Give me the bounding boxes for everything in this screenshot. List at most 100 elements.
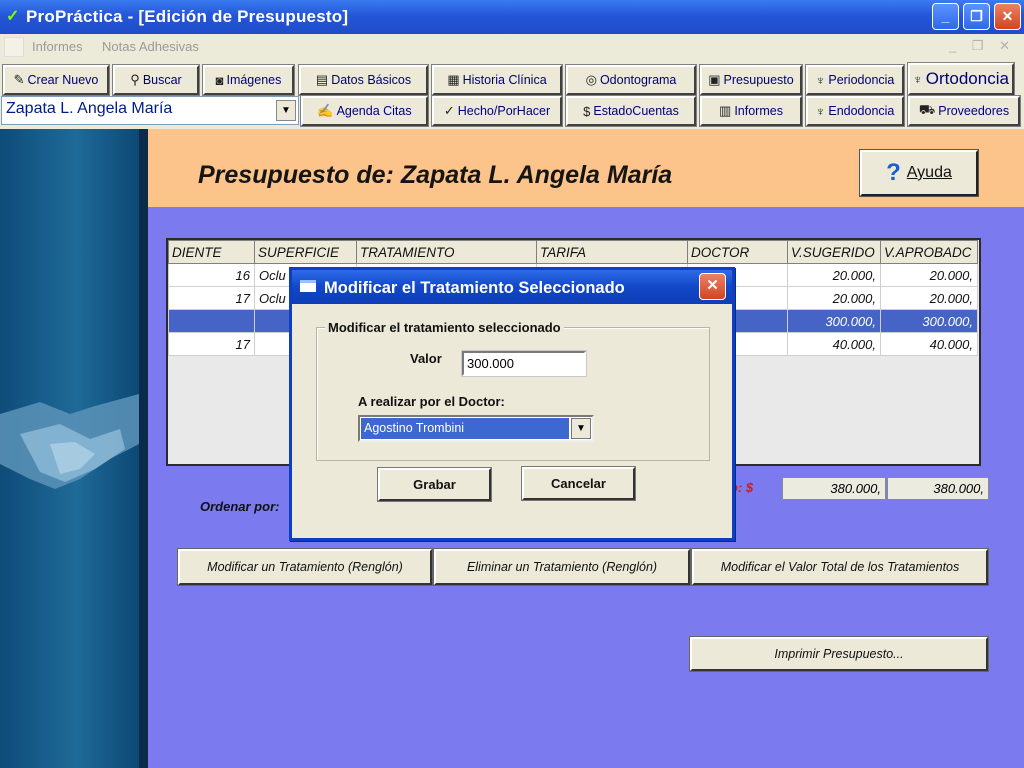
left-panel — [0, 129, 148, 768]
menu-informes[interactable]: Informes — [32, 39, 83, 54]
doctor-select-value: Agostino Trombini — [361, 418, 569, 439]
agenda-citas-label: Agenda Citas — [336, 104, 412, 118]
modificar-tratamiento-button[interactable]: Modificar un Tratamiento (Renglón) — [177, 548, 433, 586]
col-tratamiento[interactable]: TRATAMIENTO — [356, 240, 537, 264]
camera-icon: ◙ — [215, 72, 224, 88]
checkmark-icon: ✓ — [443, 103, 455, 118]
hecho-por-hacer-label: Hecho/PorHacer — [457, 104, 551, 118]
total-aprobado: 380.000, — [887, 477, 989, 500]
crear-nuevo-label: Crear Nuevo — [27, 73, 99, 87]
endodoncia-label: Endodoncia — [828, 104, 895, 118]
cell-diente: 17 — [168, 286, 255, 310]
valor-label: Valor — [410, 351, 442, 366]
col-tarifa[interactable]: TARIFA — [536, 240, 688, 264]
dialog-titlebar[interactable]: Modificar el Tratamiento Seleccionado ✕ — [292, 270, 732, 304]
eliminar-tratamiento-button[interactable]: Eliminar un Tratamiento (Renglón) — [433, 548, 691, 586]
patient-combo[interactable]: Zapata L. Angela María ▼ — [1, 96, 299, 125]
patient-combo-value: Zapata L. Angela María — [6, 100, 173, 117]
menu-bar: Informes Notas Adhesivas _ ❐ ✕ — [0, 34, 1024, 61]
cell-v-aprobado: 20.000, — [880, 263, 978, 287]
datos-basicos-label: Datos Básicos — [331, 73, 412, 87]
menu-notas-adhesivas[interactable]: Notas Adhesivas — [102, 39, 199, 54]
help-button[interactable]: ? Ayuda — [859, 149, 979, 197]
odontograma-button[interactable]: ◎ Odontograma — [565, 64, 697, 96]
printer-icon: ▦ — [447, 72, 460, 87]
binoculars-icon: ⚲ — [130, 72, 140, 87]
presupuesto-label: Presupuesto — [723, 73, 794, 87]
imprimir-presupuesto-button[interactable]: Imprimir Presupuesto... — [689, 636, 989, 672]
pencil-icon: ✎ — [13, 72, 25, 87]
tooth-icon: ♆ — [815, 72, 826, 88]
window-titlebar[interactable]: ✓ ProPráctica - [Edición de Presupuesto]… — [0, 0, 1024, 34]
handshake-icon — [0, 394, 139, 489]
odontogram-icon: ◎ — [585, 72, 597, 87]
doctor-label: A realizar por el Doctor: — [358, 394, 505, 409]
modificar-valor-total-button[interactable]: Modificar el Valor Total de los Tratamie… — [691, 548, 989, 586]
help-label: Ayuda — [906, 164, 952, 181]
grabar-button[interactable]: Grabar — [377, 467, 492, 502]
window-title: ProPráctica - [Edición de Presupuesto] — [26, 7, 349, 26]
modify-treatment-dialog[interactable]: Modificar el Tratamiento Seleccionado ✕ … — [289, 267, 735, 541]
app-check-icon: ✓ — [6, 8, 20, 25]
cancelar-button[interactable]: Cancelar — [521, 466, 636, 501]
periodoncia-label: Periodoncia — [828, 73, 895, 87]
col-v-sugerido[interactable]: V.SUGERIDO — [787, 240, 881, 264]
tooth-root-icon: ♆ — [815, 103, 826, 119]
col-doctor[interactable]: DOCTOR — [687, 240, 788, 264]
document-icon — [4, 37, 24, 57]
cell-v-aprobado: 300.000, — [880, 309, 978, 333]
close-button[interactable]: ✕ — [994, 3, 1021, 30]
buscar-label: Buscar — [142, 73, 182, 87]
agenda-citas-button[interactable]: ✍ Agenda Citas — [300, 95, 429, 127]
tooth-braces-icon: ♆ — [913, 71, 923, 87]
hecho-por-hacer-button[interactable]: ✓ Hecho/PorHacer — [431, 95, 563, 127]
crear-nuevo-button[interactable]: ✎ Crear Nuevo — [2, 64, 110, 96]
informes-label: Informes — [734, 104, 783, 118]
dialog-title: Modificar el Tratamiento Seleccionado — [324, 279, 625, 297]
col-superficie[interactable]: SUPERFICIE — [254, 240, 357, 264]
imagenes-button[interactable]: ◙ Imágenes — [202, 64, 295, 96]
valor-input[interactable]: 300.000 — [461, 350, 587, 377]
imagenes-label: Imágenes — [226, 73, 282, 87]
money-icon: $ — [583, 103, 591, 119]
col-v-aprobado[interactable]: V.APROBADC — [880, 240, 978, 264]
ordenar-label: Ordenar por: — [200, 499, 280, 514]
estado-cuentas-label: EstadoCuentas — [593, 104, 679, 118]
mdi-controls[interactable]: _ ❐ ✕ — [949, 38, 1016, 54]
endodoncia-button[interactable]: ♆ Endodoncia — [805, 95, 905, 127]
historia-clinica-label: Historia Clínica — [462, 73, 547, 87]
cell-v-aprobado: 20.000, — [880, 286, 978, 310]
proveedores-button[interactable]: ⛟ Proveedores — [907, 95, 1021, 127]
cell-diente — [168, 309, 255, 333]
chevron-down-icon[interactable]: ▼ — [276, 100, 296, 121]
presupuesto-button[interactable]: ▣ Presupuesto — [699, 64, 803, 96]
cell-diente: 16 — [168, 263, 255, 287]
page-title: Presupuesto de: Zapata L. Angela María — [198, 161, 673, 189]
cell-v-sugerido: 20.000, — [787, 263, 881, 287]
estado-cuentas-button[interactable]: $ EstadoCuentas — [565, 95, 697, 127]
cell-v-sugerido: 40.000, — [787, 332, 881, 356]
doctor-select[interactable]: Agostino Trombini ▼ — [358, 415, 594, 442]
report-icon: ▥ — [719, 103, 732, 118]
dialog-group-label: Modificar el tratamiento seleccionado — [325, 320, 564, 335]
cell-v-sugerido: 20.000, — [787, 286, 881, 310]
calendar-icon: ✍ — [317, 103, 334, 118]
cell-v-aprobado: 40.000, — [880, 332, 978, 356]
help-icon: ? — [886, 159, 901, 186]
minimize-button[interactable]: _ — [932, 3, 959, 30]
chevron-down-icon[interactable]: ▼ — [571, 418, 591, 439]
historia-clinica-button[interactable]: ▦ Historia Clínica — [431, 64, 563, 96]
dialog-close-icon[interactable]: ✕ — [699, 273, 726, 300]
buscar-button[interactable]: ⚲ Buscar — [112, 64, 200, 96]
left-panel-shadow — [139, 129, 148, 768]
informes-button[interactable]: ▥ Informes — [699, 95, 803, 127]
card-icon: ▤ — [315, 72, 329, 87]
supplier-icon: ⛟ — [918, 102, 936, 117]
col-diente[interactable]: DIENTE — [168, 240, 255, 264]
maximize-button[interactable]: ❐ — [963, 3, 990, 30]
periodoncia-button[interactable]: ♆ Periodoncia — [805, 64, 905, 96]
ortodoncia-button[interactable]: ♆ Ortodoncia — [907, 62, 1015, 96]
datos-basicos-button[interactable]: ▤ Datos Básicos — [298, 64, 429, 96]
proveedores-label: Proveedores — [938, 104, 1010, 118]
calculator-icon: ▣ — [708, 72, 721, 87]
